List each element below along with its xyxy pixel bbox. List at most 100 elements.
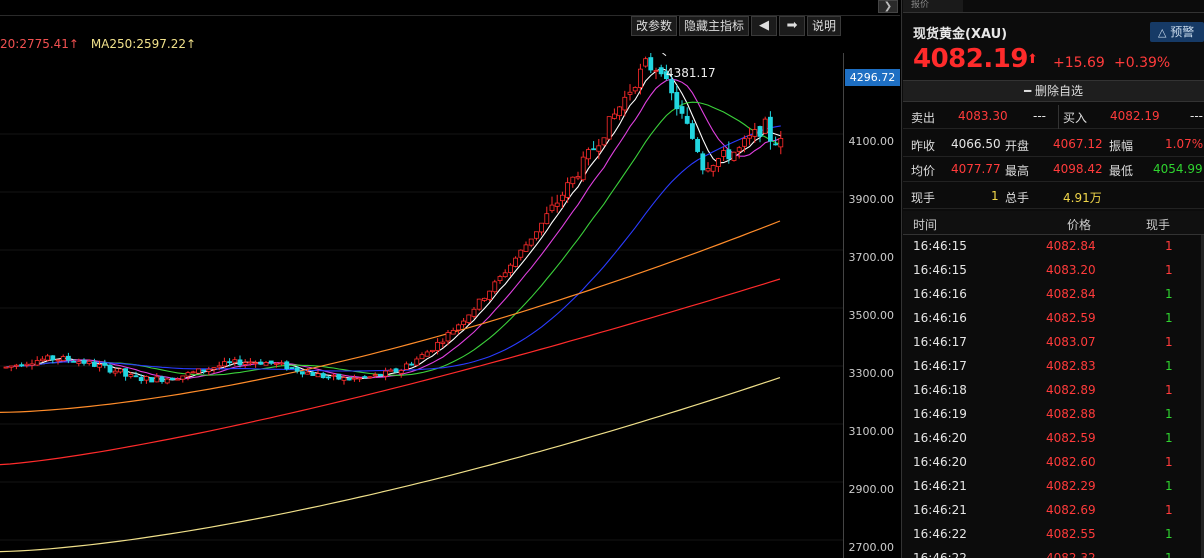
- candle-body: [690, 123, 695, 139]
- candle-body: [575, 176, 581, 179]
- help-button[interactable]: 说明: [807, 16, 842, 36]
- candle-body: [149, 377, 155, 383]
- candle-body: [534, 231, 539, 239]
- trade-volume: 1: [1165, 239, 1173, 253]
- hide-main-indicator-button[interactable]: 隐藏主指标: [679, 16, 750, 36]
- candle-body: [679, 106, 685, 114]
- candle-body: [450, 330, 456, 335]
- candle-body: [294, 367, 300, 372]
- candle-body: [596, 145, 602, 152]
- candle-body: [362, 376, 368, 378]
- candle-body: [242, 362, 248, 365]
- candle-body: [29, 363, 35, 366]
- candle-body: [653, 70, 659, 72]
- trade-row: 16:46:22 4082.32 1: [903, 547, 1201, 558]
- bid-ask-row: 卖出 4083.30 --- 买入 4082.19 ---: [903, 105, 1204, 129]
- candle-body: [544, 213, 550, 225]
- candle-body: [591, 148, 596, 151]
- candle-body: [221, 361, 227, 367]
- sell-qty: ---: [1033, 109, 1046, 123]
- high-label: 最高: [1005, 164, 1030, 178]
- candle-body: [81, 359, 87, 364]
- candle-body: [700, 153, 706, 171]
- candle-body: [440, 341, 446, 344]
- candle-body: [71, 360, 76, 363]
- trade-volume: 1: [1165, 455, 1173, 469]
- collapse-panel-icon[interactable]: ❯: [878, 0, 898, 13]
- ma5-line: [5, 67, 781, 381]
- candle-body: [112, 370, 118, 374]
- candle-body: [643, 58, 648, 67]
- candle-body: [76, 361, 82, 364]
- candle-body: [523, 244, 529, 252]
- candle-body: [674, 92, 680, 110]
- left-arrow-icon[interactable]: ◀: [751, 16, 778, 36]
- trade-price: 4082.29: [1046, 479, 1096, 493]
- candle-body: [185, 372, 191, 377]
- candle-body: [747, 135, 752, 139]
- candle-body: [299, 371, 305, 375]
- candle-body: [367, 376, 373, 379]
- alert-label: 预警: [1170, 25, 1195, 39]
- candle-body: [123, 368, 128, 377]
- trade-price: 4082.59: [1046, 431, 1096, 445]
- candle-body: [627, 91, 633, 95]
- trade-row: 16:46:22 4082.55 1: [903, 523, 1201, 547]
- candle-body: [695, 138, 700, 152]
- candle-body: [560, 194, 565, 202]
- panel-divider: [903, 12, 1204, 13]
- candle-body: [617, 106, 622, 117]
- remove-favorite-button[interactable]: ━ 删除自选: [903, 80, 1204, 102]
- candle-body: [154, 376, 160, 383]
- trade-volume: 1: [1165, 503, 1173, 517]
- candle-body: [175, 378, 181, 381]
- candle-body: [8, 365, 14, 368]
- candle-body: [705, 168, 711, 172]
- candle-body: [393, 368, 399, 373]
- candle-body: [247, 361, 253, 364]
- candle-body: [471, 308, 477, 317]
- trade-time: 16:46:19: [913, 407, 967, 421]
- buy-price: 4082.19: [1110, 109, 1160, 123]
- change-params-button[interactable]: 改参数: [631, 16, 678, 36]
- candle-body: [66, 355, 71, 361]
- ma40-line: [5, 125, 781, 372]
- candlestick-chart[interactable]: [0, 53, 843, 558]
- candle-body: [55, 359, 61, 362]
- sell-price: 4083.30: [958, 109, 1008, 123]
- candle-body: [315, 373, 321, 378]
- candle-body: [502, 272, 508, 278]
- candle-body: [13, 364, 19, 367]
- candle-body: [118, 368, 123, 373]
- avg: 4077.77: [951, 162, 1001, 176]
- total-vol: 4.91万: [1063, 191, 1102, 205]
- candle-body: [736, 147, 742, 152]
- candle-body: [455, 324, 461, 331]
- candle-body: [409, 363, 415, 366]
- price-axis-tick: 3900.00: [848, 193, 895, 206]
- price-axis-tick: 4100.00: [848, 135, 895, 148]
- ma10-line: [5, 78, 782, 380]
- candle-body: [336, 373, 342, 380]
- candle-body: [710, 165, 716, 172]
- right-arrow-icon[interactable]: ➡: [779, 16, 806, 36]
- candle-body: [481, 297, 487, 301]
- candle-body: [351, 377, 357, 380]
- candle-body: [580, 156, 586, 181]
- trade-time: 16:46:17: [913, 335, 967, 349]
- ma20-line: [5, 101, 781, 376]
- trade-price: 4083.20: [1046, 263, 1096, 277]
- candle-body: [45, 355, 50, 361]
- candle-body: [268, 360, 274, 364]
- candle-body: [466, 314, 472, 324]
- candle-body: [383, 370, 389, 377]
- candle-body: [549, 204, 555, 212]
- candle-body: [570, 176, 576, 185]
- trade-row: 16:46:19 4082.88 1: [903, 403, 1201, 427]
- alert-button[interactable]: △ 预警: [1150, 22, 1204, 42]
- trade-row: 16:46:18 4082.89 1: [903, 379, 1201, 403]
- trades-header: 时间 价格 现手: [903, 211, 1204, 235]
- trade-time: 16:46:16: [913, 311, 967, 325]
- tab-quote[interactable]: 报价: [903, 0, 963, 12]
- candle-body: [721, 150, 726, 157]
